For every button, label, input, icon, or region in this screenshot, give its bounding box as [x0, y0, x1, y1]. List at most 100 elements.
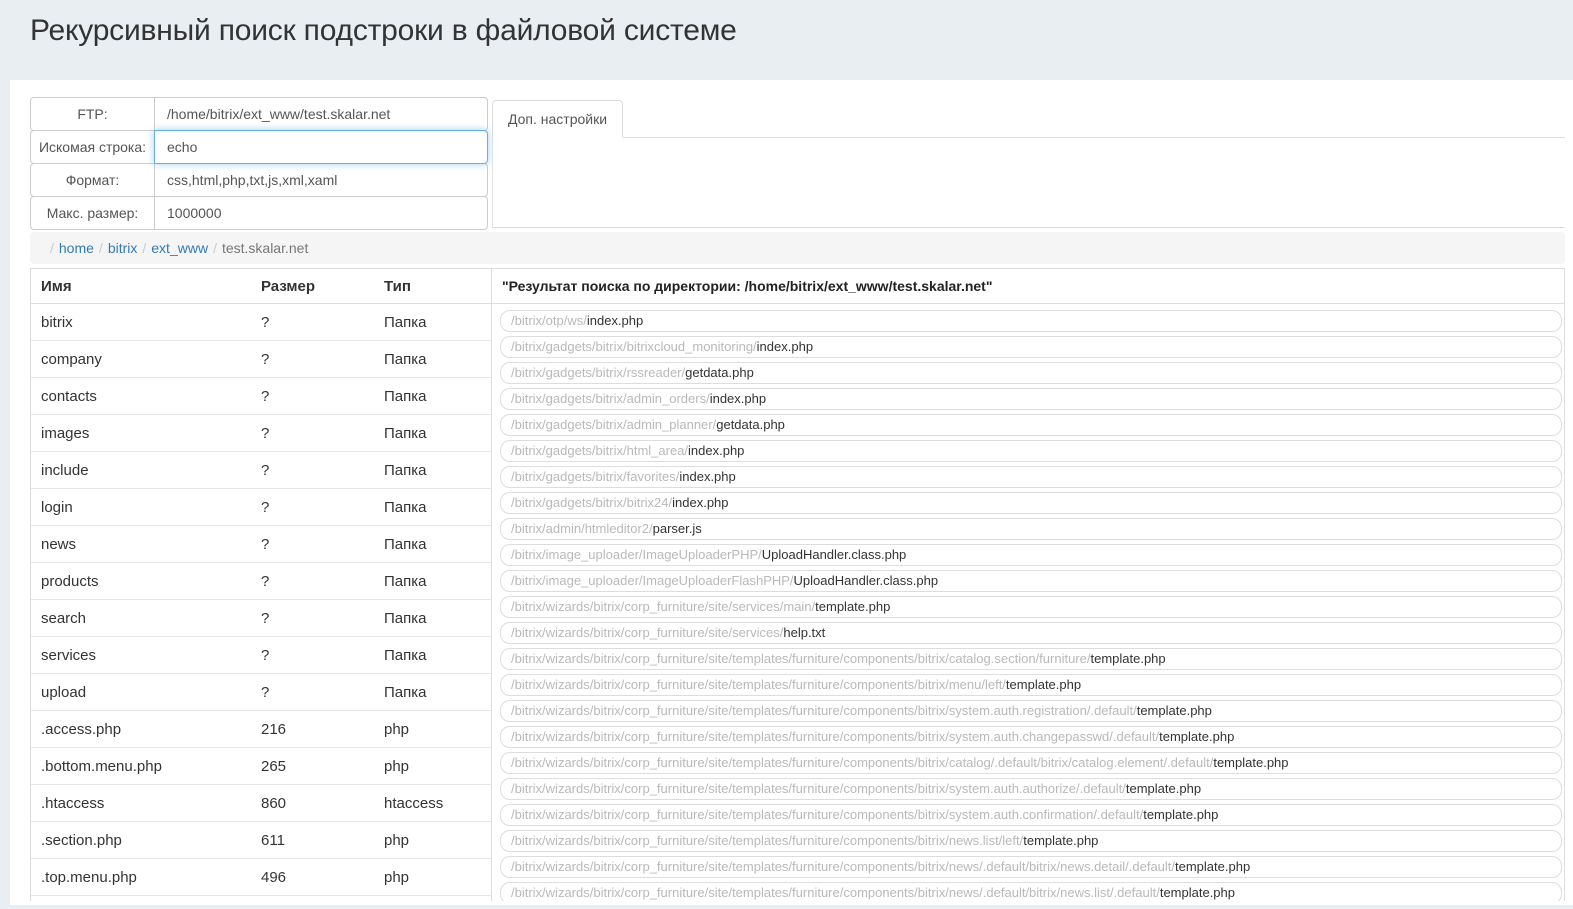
- file-name: search: [41, 609, 87, 627]
- table-row[interactable]: login? Папка: [31, 489, 491, 526]
- result-path: /bitrix/gadgets/bitrix/bitrix24/: [511, 495, 673, 510]
- result-file: help.txt: [783, 625, 826, 640]
- table-row[interactable]: images? Папка: [31, 415, 491, 452]
- tabs-block: Доп. настройки: [492, 100, 1565, 228]
- breadcrumb-item-test.skalar.net: test.skalar.net: [221, 240, 309, 256]
- main-panel: FTP:Искомая строка:Формат:Макс. размер: …: [10, 80, 1573, 905]
- file-name: contacts: [41, 387, 97, 405]
- result-path: /bitrix/wizards/bitrix/corp_furniture/si…: [511, 599, 816, 614]
- file-type: Папка: [384, 683, 427, 701]
- file-size: 265: [261, 757, 287, 775]
- result-file: template.php: [1159, 729, 1235, 744]
- table-row[interactable]: news? Папка: [31, 526, 491, 563]
- form-row-query: Искомая строка:: [30, 130, 488, 164]
- file-type: php: [384, 720, 410, 738]
- file-name: services: [41, 646, 97, 664]
- result-path: /bitrix/wizards/bitrix/corp_furniture/si…: [511, 781, 1126, 796]
- table-row[interactable]: contacts? Папка: [31, 378, 491, 415]
- result-item: /bitrix/wizards/bitrix/corp_furniture/si…: [500, 778, 1562, 800]
- table-row[interactable]: search? Папка: [31, 600, 491, 637]
- file-size: 216: [261, 720, 287, 738]
- breadcrumb-item-bitrix[interactable]: bitrix: [108, 240, 138, 256]
- file-size: 496: [261, 868, 287, 886]
- result-path: /bitrix/image_uploader/ImageUploaderFlas…: [511, 573, 794, 588]
- result-item: /bitrix/otp/ws/index.php: [500, 310, 1562, 332]
- file-size: ?: [261, 646, 270, 664]
- tab-extra-settings[interactable]: Доп. настройки: [492, 100, 624, 138]
- result-path: /bitrix/gadgets/bitrix/admin_orders/: [511, 391, 710, 406]
- file-name: .section.php: [41, 831, 122, 849]
- table-row[interactable]: .access.php 216 php: [31, 711, 491, 748]
- result-file: index.php: [709, 391, 767, 406]
- file-type: Папка: [384, 424, 427, 442]
- ftp-input[interactable]: [154, 97, 488, 131]
- result-item: /bitrix/wizards/bitrix/corp_furniture/si…: [500, 648, 1562, 670]
- file-size: 611: [261, 831, 285, 849]
- file-size: ?: [261, 572, 270, 590]
- query-input[interactable]: [154, 130, 488, 164]
- result-file: template.php: [1213, 755, 1289, 770]
- result-item: /bitrix/wizards/bitrix/corp_furniture/si…: [500, 752, 1562, 774]
- result-item: /bitrix/gadgets/bitrix/html_area/index.p…: [500, 440, 1562, 462]
- result-file: index.php: [688, 443, 745, 458]
- result-file: index.php: [586, 313, 644, 328]
- tab-bar: Доп. настройки: [492, 100, 1565, 138]
- format-input[interactable]: [154, 163, 488, 197]
- table-row[interactable]: products? Папка: [31, 563, 491, 600]
- file-name: login: [41, 498, 73, 516]
- result-path: /bitrix/gadgets/bitrix/favorites/: [511, 469, 680, 484]
- table-row[interactable]: company? Папка: [31, 341, 491, 378]
- result-item: /bitrix/gadgets/bitrix/bitrix24/index.ph…: [500, 492, 1562, 514]
- result-file: parser.js: [652, 521, 702, 536]
- top-section: FTP:Искомая строка:Формат:Макс. размер: …: [30, 97, 1565, 230]
- file-type: Папка: [384, 461, 427, 479]
- result-path: /bitrix/wizards/bitrix/corp_furniture/si…: [511, 807, 1144, 822]
- file-size: 860: [261, 794, 287, 812]
- file-table-body: bitrix? Папка company? Папка contacts? Папка i…: [31, 304, 491, 896]
- table-row[interactable]: .top.menu.php 496 php: [31, 859, 491, 896]
- table-row[interactable]: include? Папка: [31, 452, 491, 489]
- breadcrumb-separator: /: [50, 240, 54, 256]
- table-row[interactable]: .bottom.menu.php 265 php: [31, 748, 491, 785]
- file-browser: Имя Размер Тип bitrix? Папка company? Папка co…: [30, 268, 1565, 901]
- result-file: template.php: [815, 599, 891, 614]
- file-type: Папка: [384, 535, 427, 553]
- result-file: template.php: [1175, 859, 1251, 874]
- breadcrumb-item-ext_www[interactable]: ext_www: [151, 240, 208, 256]
- table-row[interactable]: .htaccess 860 htaccess: [31, 785, 491, 822]
- file-size: ?: [261, 387, 270, 405]
- result-item: /bitrix/admin/htmleditor2/parser.js: [500, 518, 1562, 540]
- result-path: /bitrix/gadgets/bitrix/bitrixcloud_monit…: [511, 339, 757, 354]
- file-type: Папка: [384, 572, 427, 590]
- breadcrumb-item-home[interactable]: home: [59, 240, 94, 256]
- file-type: htaccess: [384, 794, 444, 812]
- result-file: index.php: [756, 339, 814, 354]
- form-row-max-size: Макс. размер:: [30, 196, 488, 230]
- file-table-column-header: Имя: [41, 277, 72, 295]
- table-row[interactable]: services? Папка: [31, 637, 491, 674]
- result-item: /bitrix/gadgets/bitrix/admin_orders/inde…: [500, 388, 1562, 410]
- result-item: /bitrix/wizards/bitrix/corp_furniture/si…: [500, 622, 1562, 644]
- table-row[interactable]: upload? Папка: [31, 674, 491, 711]
- file-name: upload: [41, 683, 87, 701]
- result-file: template.php: [1090, 651, 1166, 666]
- file-size: ?: [261, 683, 270, 701]
- result-item: /bitrix/gadgets/bitrix/rssreader/getdata…: [500, 362, 1562, 384]
- file-type: php: [384, 757, 410, 775]
- result-item: /bitrix/wizards/bitrix/corp_furniture/si…: [500, 726, 1562, 748]
- result-path: /bitrix/wizards/bitrix/corp_furniture/si…: [511, 729, 1160, 744]
- file-type: Папка: [384, 609, 427, 627]
- table-row[interactable]: bitrix? Папка: [31, 304, 491, 341]
- file-name: .top.menu.php: [41, 868, 137, 886]
- result-path: /bitrix/admin/htmleditor2/: [511, 521, 653, 536]
- result-file: template.php: [1023, 833, 1099, 848]
- result-path: /bitrix/image_uploader/ImageUploaderPHP/: [511, 547, 762, 562]
- result-path: /bitrix/gadgets/bitrix/admin_planner/: [511, 417, 717, 432]
- breadcrumb: / home / bitrix / ext_www / test.skalar.net: [30, 232, 1565, 264]
- file-type: Папка: [384, 313, 427, 331]
- max-size-input[interactable]: [154, 196, 488, 230]
- file-size: ?: [261, 424, 270, 442]
- table-row[interactable]: .section.php 611 php: [31, 822, 491, 859]
- file-size: ?: [261, 350, 270, 368]
- result-file: index.php: [679, 469, 736, 484]
